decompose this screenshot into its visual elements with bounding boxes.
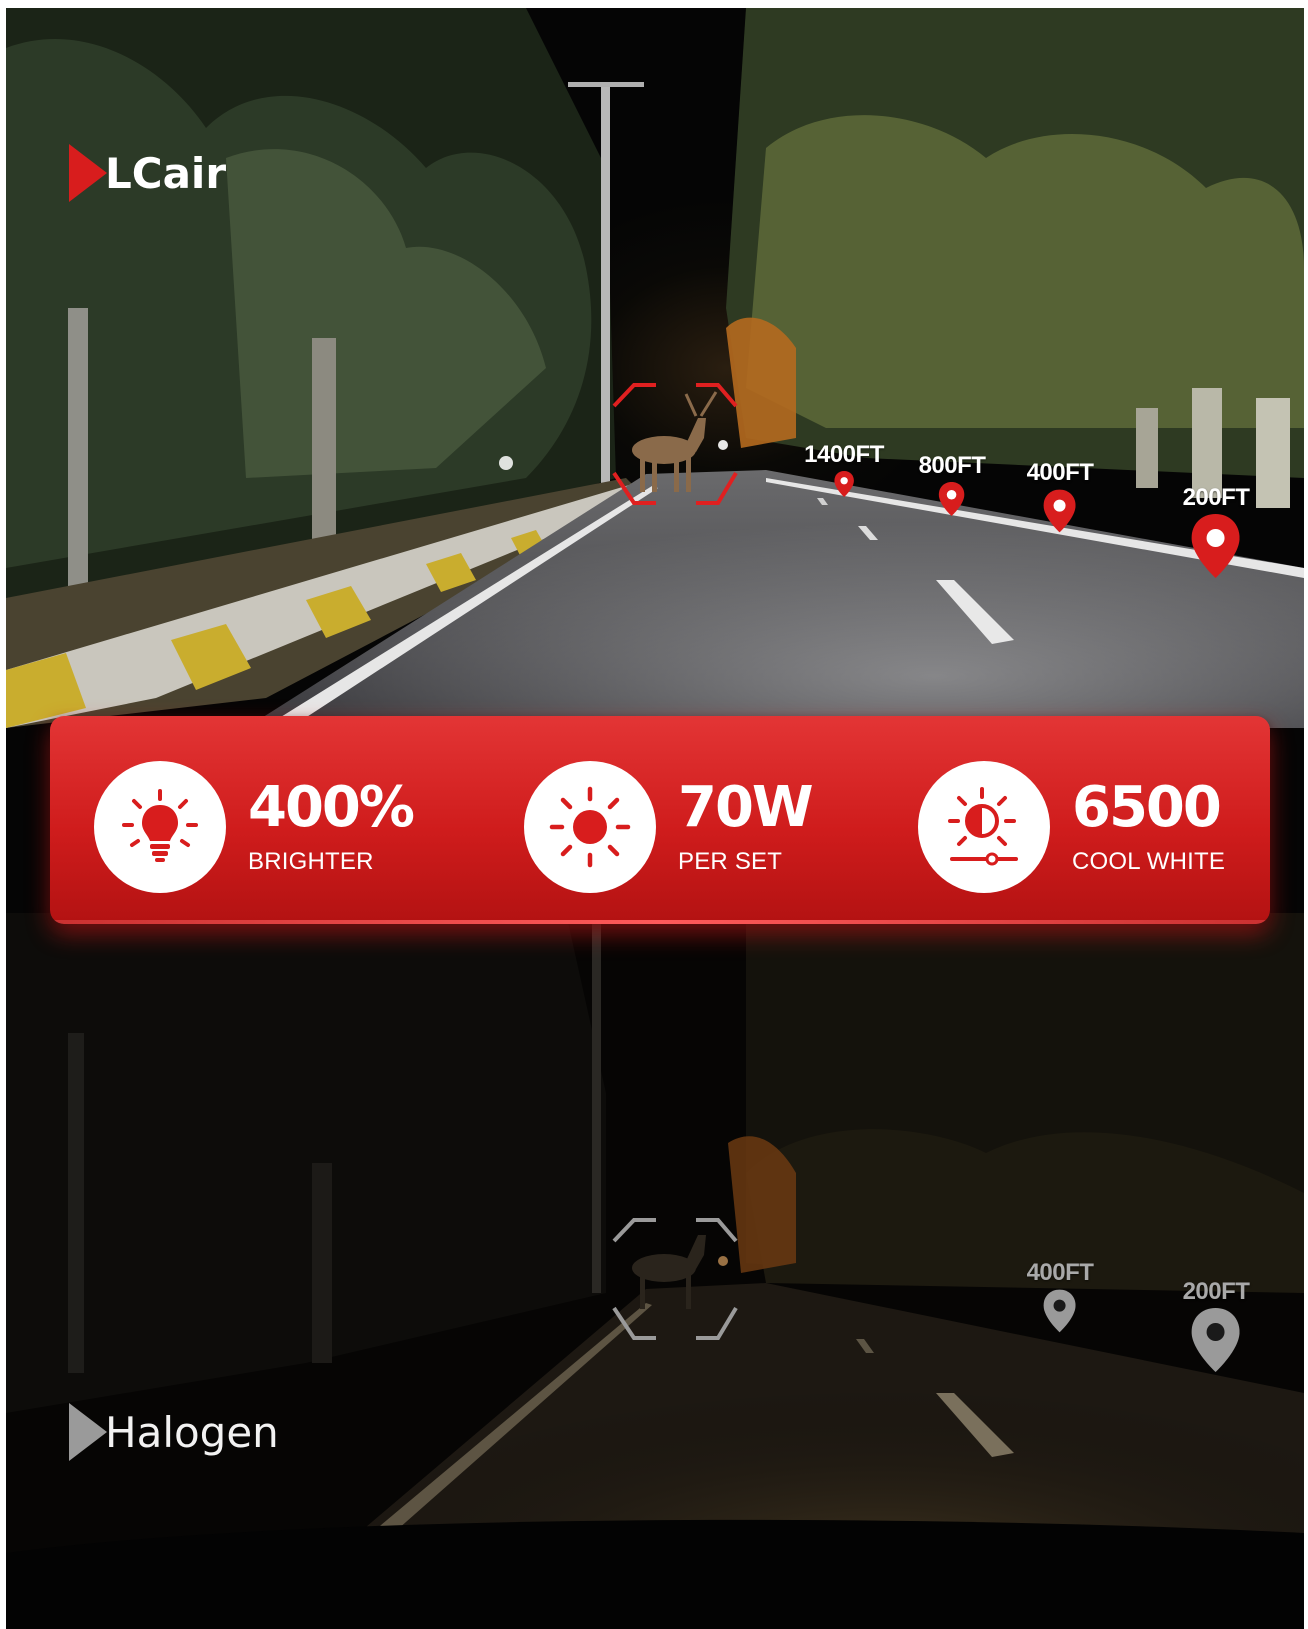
brand-name: LCair: [105, 148, 227, 198]
halogen-label: Halogen: [69, 1403, 279, 1461]
play-flag-icon: [69, 1403, 107, 1461]
led-road-scene: LCair 1400FT 800FT 400FT 200FT: [6, 8, 1304, 728]
led-road-illustration: [6, 8, 1304, 728]
map-pin-icon: [1044, 1289, 1076, 1333]
comparison-image: LCair 1400FT 800FT 400FT 200FT Halogen 4…: [6, 8, 1304, 1629]
distance-marker: 200FT: [1183, 484, 1250, 578]
distance-label: 400FT: [1026, 459, 1094, 486]
distance-label: 400FT: [1026, 1259, 1094, 1286]
map-pin-icon: [939, 482, 965, 516]
distance-label: 200FT: [1182, 1278, 1250, 1305]
play-flag-icon: [69, 144, 107, 202]
feature-color-temperature: 6500 COOL WHITE: [918, 760, 1225, 894]
feature-label: BRIGHTER: [248, 848, 374, 875]
sun-icon: [524, 761, 656, 893]
feature-value: 400%: [248, 775, 415, 840]
map-pin-icon: [1192, 1308, 1240, 1372]
brand-logo: LCair: [69, 144, 226, 202]
feature-brightness: 400% BRIGHTER: [94, 760, 415, 894]
map-pin-icon: [1044, 489, 1076, 533]
feature-power: 70W PER SET: [524, 760, 814, 894]
feature-label: PER SET: [678, 848, 783, 875]
feature-label: COOL WHITE: [1072, 848, 1226, 875]
feature-value: 6500: [1072, 775, 1222, 840]
halogen-label-text: Halogen: [105, 1407, 279, 1457]
distance-marker: 800FT: [919, 452, 986, 516]
distance-label: 1400FT: [804, 441, 884, 468]
distance-marker: 200FT: [1183, 1278, 1250, 1372]
distance-label: 200FT: [1182, 484, 1250, 511]
color-temperature-icon: [918, 761, 1050, 893]
map-pin-icon: [1192, 514, 1240, 578]
feature-banner: 400% BRIGHTER 70W PER SET 6500 COOL WHIT…: [50, 716, 1270, 924]
feature-value: 70W: [678, 775, 814, 840]
halogen-road-scene: Halogen 400FT 200FT: [6, 913, 1304, 1629]
distance-label: 800FT: [918, 452, 986, 479]
distance-marker: 400FT: [1027, 1259, 1094, 1333]
bulb-icon: [94, 761, 226, 893]
distance-marker: 1400FT: [804, 441, 884, 497]
halogen-road-illustration: [6, 913, 1304, 1629]
distance-marker: 400FT: [1027, 459, 1094, 533]
map-pin-icon: [834, 471, 854, 497]
